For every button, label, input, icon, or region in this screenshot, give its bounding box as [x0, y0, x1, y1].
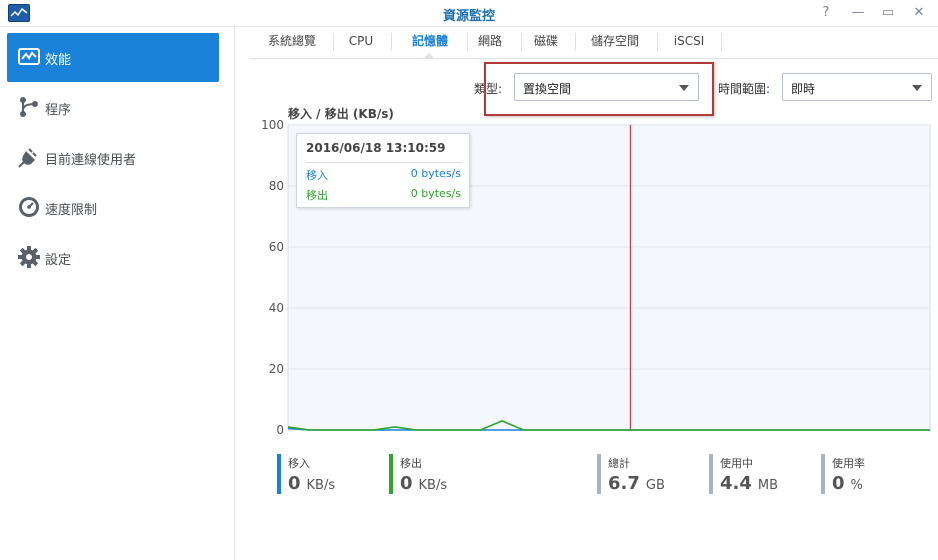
highlight-annotation [484, 62, 714, 116]
sidebar-item-label: 效能 [45, 53, 72, 68]
tab-iscsi[interactable]: iSCSI [662, 27, 716, 58]
stat-unit: GB [645, 478, 665, 493]
tab-separator [467, 33, 468, 51]
tab-cpu[interactable]: CPU [338, 27, 384, 58]
stat-value: 4.4 [720, 473, 752, 494]
tooltip-time: 2016/06/18 13:10:59 [306, 141, 446, 155]
time-range-value: 即時 [791, 82, 816, 96]
y-tick-label: 40 [269, 301, 284, 315]
stat-label: 移出 [400, 457, 422, 470]
tab-separator [721, 33, 722, 51]
stat-unit: KB/s [418, 478, 448, 493]
tab-separator [521, 33, 522, 51]
tooltip-divider [305, 162, 462, 163]
sidebar: 效能 程序 目前連線使用者 速度限制 設定 [0, 27, 235, 560]
tab-disk[interactable]: 磁碟 [526, 27, 566, 58]
window-title: 資源監控 [442, 9, 495, 24]
tab-storage[interactable]: 儲存空間 [580, 27, 650, 58]
tab-separator [657, 33, 658, 51]
stat-color-bar [277, 454, 281, 494]
tab-separator [333, 33, 334, 51]
stat-color-bar [389, 454, 393, 494]
tab-bar: 系統總覽 CPU 記憶體 網路 磁碟 儲存空間 iSCSI [250, 27, 938, 59]
tooltip-out-label: 移出 [306, 189, 328, 202]
sidebar-item-performance[interactable]: 效能 [7, 33, 219, 82]
chart-tooltip: 2016/06/18 13:10:59 移入 0 bytes/s 移出 0 by… [296, 133, 470, 208]
minimize-icon[interactable]: — [848, 4, 868, 22]
tooltip-in-value: 0 bytes/s [410, 167, 461, 180]
title-bar: 資源監控 ? — ▭ ✕ [0, 0, 938, 27]
stat-label: 總計 [608, 457, 630, 470]
time-range-label: 時間範圍: [718, 82, 771, 96]
y-tick-label: 80 [269, 179, 284, 193]
plug-icon [18, 148, 37, 168]
stat-value: 6.7 [608, 473, 640, 494]
active-tab-indicator [423, 53, 435, 59]
tab-separator [391, 33, 392, 51]
gear-icon [18, 246, 40, 268]
stat-label: 移入 [288, 457, 310, 470]
tab-separator [575, 33, 576, 51]
sidebar-item-label: 程序 [45, 103, 72, 118]
sidebar-item-connected-users[interactable]: 目前連線使用者 [7, 133, 219, 182]
maximize-icon[interactable]: ▭ [878, 4, 898, 22]
stat-color-bar [709, 454, 713, 494]
stat-unit: KB/s [306, 478, 336, 493]
sidebar-item-label: 設定 [45, 253, 72, 268]
tab-network[interactable]: 網路 [472, 27, 508, 58]
stat-value: 0 [832, 473, 845, 494]
sidebar-item-speed-limit[interactable]: 速度限制 [7, 183, 219, 232]
y-tick-label: 60 [269, 240, 284, 254]
stat-value: 0 [288, 473, 301, 494]
close-icon[interactable]: ✕ [909, 4, 929, 22]
sidebar-item-label: 目前連線使用者 [45, 153, 137, 168]
stat-value: 0 [400, 473, 413, 494]
sidebar-item-process[interactable]: 程序 [7, 83, 219, 132]
stat-label: 使用中 [720, 457, 753, 470]
chevron-down-icon [912, 85, 922, 91]
stat-unit: MB [757, 478, 779, 493]
time-range-select[interactable]: 即時 [782, 73, 932, 101]
tooltip-in-label: 移入 [306, 169, 328, 182]
process-icon [20, 97, 38, 117]
stat-color-bar [597, 454, 601, 494]
y-tick-label: 0 [276, 423, 284, 437]
performance-icon [18, 48, 40, 65]
help-icon[interactable]: ? [816, 4, 836, 22]
y-tick-label: 100 [261, 118, 284, 132]
stat-color-bar [821, 454, 825, 494]
stat-label: 使用率 [832, 457, 865, 470]
stat-unit: % [850, 478, 863, 493]
tooltip-out-value: 0 bytes/s [410, 187, 461, 200]
tab-overview[interactable]: 系統總覽 [258, 27, 326, 58]
y-tick-label: 20 [269, 362, 284, 376]
sidebar-item-settings[interactable]: 設定 [7, 233, 219, 282]
sidebar-item-label: 速度限制 [45, 203, 98, 218]
speed-limit-icon [19, 197, 39, 217]
